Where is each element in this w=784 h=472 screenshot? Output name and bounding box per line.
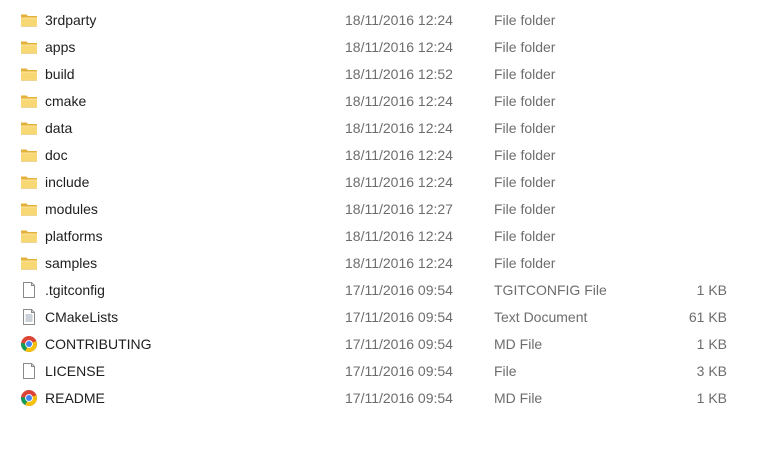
file-type: File folder (494, 12, 556, 28)
file-type: File folder (494, 174, 556, 190)
file-type: File folder (494, 147, 556, 163)
file-name: CONTRIBUTING (45, 336, 152, 352)
file-date-modified: 17/11/2016 09:54 (345, 309, 453, 325)
file-date-modified: 17/11/2016 09:54 (345, 336, 453, 352)
blank-file-icon (20, 282, 38, 298)
chrome-icon (20, 390, 38, 407)
folder-icon (20, 201, 38, 217)
file-type: File (494, 363, 517, 379)
file-row[interactable]: LICENSE 17/11/2016 09:54 File 3 KB (0, 358, 784, 385)
file-date-modified: 18/11/2016 12:52 (345, 66, 453, 82)
file-date-modified: 17/11/2016 09:54 (345, 363, 453, 379)
file-type: File folder (494, 120, 556, 136)
file-row[interactable]: build 18/11/2016 12:52 File folder (0, 61, 784, 88)
file-date-modified: 18/11/2016 12:24 (345, 120, 453, 136)
file-type: TGITCONFIG File (494, 282, 607, 298)
file-date-modified: 18/11/2016 12:24 (345, 147, 453, 163)
file-type: File folder (494, 255, 556, 271)
file-date-modified: 18/11/2016 12:24 (345, 174, 453, 190)
file-name: apps (45, 39, 76, 55)
file-row[interactable]: CMakeLists 17/11/2016 09:54 Text Documen… (0, 304, 784, 331)
folder-icon (20, 93, 38, 109)
file-name: modules (45, 201, 98, 217)
file-name: README (45, 390, 105, 406)
file-name: CMakeLists (45, 309, 119, 325)
folder-icon (20, 147, 38, 163)
folder-icon (20, 120, 38, 136)
file-name: 3rdparty (45, 12, 97, 28)
file-row[interactable]: CONTRIBUTING 17/11/2016 09:54 MD File 1 … (0, 331, 784, 358)
file-row[interactable]: 3rdparty 18/11/2016 12:24 File folder (0, 7, 784, 34)
file-type: File folder (494, 66, 556, 82)
folder-icon (20, 174, 38, 190)
file-date-modified: 18/11/2016 12:24 (345, 228, 453, 244)
file-date-modified: 17/11/2016 09:54 (345, 282, 453, 298)
file-row[interactable]: include 18/11/2016 12:24 File folder (0, 169, 784, 196)
file-name: data (45, 120, 73, 136)
file-row[interactable]: platforms 18/11/2016 12:24 File folder (0, 223, 784, 250)
file-row[interactable]: .tgitconfig 17/11/2016 09:54 TGITCONFIG … (0, 277, 784, 304)
file-row[interactable]: cmake 18/11/2016 12:24 File folder (0, 88, 784, 115)
file-name: cmake (45, 93, 87, 109)
file-row[interactable]: apps 18/11/2016 12:24 File folder (0, 34, 784, 61)
folder-icon (20, 66, 38, 82)
file-type: MD File (494, 336, 543, 352)
blank-file-icon (20, 363, 38, 379)
file-row[interactable]: doc 18/11/2016 12:24 File folder (0, 142, 784, 169)
file-name: samples (45, 255, 98, 271)
folder-icon (20, 228, 38, 244)
file-row[interactable]: samples 18/11/2016 12:24 File folder (0, 250, 784, 277)
folder-icon (20, 39, 38, 55)
file-size: 1 KB (696, 390, 727, 406)
chrome-icon (20, 336, 38, 353)
file-name: .tgitconfig (45, 282, 105, 298)
file-name: platforms (45, 228, 103, 244)
file-list: 3rdparty 18/11/2016 12:24 File folder ap… (0, 7, 784, 412)
file-date-modified: 17/11/2016 09:54 (345, 390, 453, 406)
file-type: File folder (494, 93, 556, 109)
file-date-modified: 18/11/2016 12:24 (345, 12, 453, 28)
file-type: Text Document (494, 309, 588, 325)
file-date-modified: 18/11/2016 12:27 (345, 201, 453, 217)
file-size: 1 KB (696, 282, 727, 298)
file-name: doc (45, 147, 68, 163)
file-date-modified: 18/11/2016 12:24 (345, 93, 453, 109)
file-size: 1 KB (696, 336, 727, 352)
file-name: include (45, 174, 90, 190)
file-row[interactable]: modules 18/11/2016 12:27 File folder (0, 196, 784, 223)
file-type: File folder (494, 39, 556, 55)
folder-icon (20, 255, 38, 271)
file-date-modified: 18/11/2016 12:24 (345, 39, 453, 55)
file-size: 61 KB (688, 309, 727, 325)
file-type: File folder (494, 201, 556, 217)
file-name: build (45, 66, 75, 82)
text-document-icon (20, 309, 38, 325)
file-date-modified: 18/11/2016 12:24 (345, 255, 453, 271)
file-size: 3 KB (696, 363, 727, 379)
file-type: File folder (494, 228, 556, 244)
file-row[interactable]: README 17/11/2016 09:54 MD File 1 KB (0, 385, 784, 412)
file-row[interactable]: data 18/11/2016 12:24 File folder (0, 115, 784, 142)
file-type: MD File (494, 390, 543, 406)
file-name: LICENSE (45, 363, 105, 379)
folder-icon (20, 12, 38, 28)
